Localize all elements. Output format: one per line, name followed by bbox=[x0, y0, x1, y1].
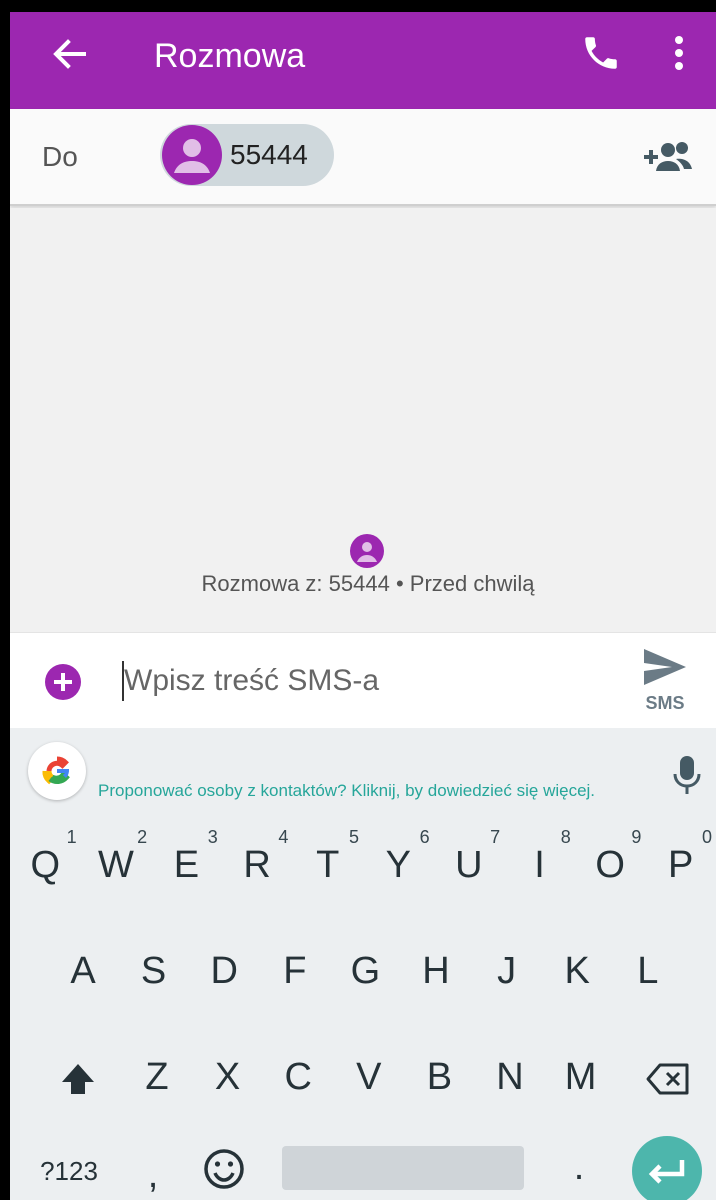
key-hint: 9 bbox=[631, 827, 642, 847]
key-hint: 5 bbox=[348, 827, 359, 847]
send-icon bbox=[642, 649, 688, 691]
toolbar: Rozmowa bbox=[10, 12, 716, 109]
more-vert-icon[interactable] bbox=[664, 32, 694, 74]
space-key[interactable] bbox=[282, 1146, 524, 1190]
emoji-key[interactable] bbox=[196, 1122, 252, 1200]
key-hint: 1 bbox=[66, 827, 77, 847]
key-b[interactable]: B bbox=[404, 1032, 474, 1122]
key-l[interactable]: L bbox=[613, 926, 683, 1016]
key-s[interactable]: S bbox=[119, 926, 189, 1016]
key-v[interactable]: V bbox=[334, 1032, 404, 1122]
key-w[interactable]: W2 bbox=[81, 820, 152, 910]
shift-icon bbox=[60, 1056, 96, 1098]
key-y[interactable]: Y6 bbox=[363, 820, 434, 910]
to-label: Do bbox=[42, 141, 78, 172]
compose-bar: SMS bbox=[10, 632, 716, 728]
key-f[interactable]: F bbox=[260, 926, 330, 1016]
avatar bbox=[350, 534, 384, 568]
enter-key[interactable] bbox=[632, 1136, 702, 1200]
symbols-key[interactable]: ?123 bbox=[26, 1126, 112, 1200]
page-title: Rozmowa bbox=[154, 37, 306, 75]
key-o[interactable]: O9 bbox=[575, 820, 646, 910]
key-hint: 8 bbox=[560, 827, 571, 847]
key-i[interactable]: I8 bbox=[504, 820, 575, 910]
key-g[interactable]: G bbox=[330, 926, 400, 1016]
add-person-icon[interactable] bbox=[642, 137, 698, 177]
key-hint: 0 bbox=[701, 827, 712, 847]
recipient-chip[interactable]: 55444 bbox=[160, 124, 334, 186]
arrow-left-icon[interactable] bbox=[50, 34, 90, 74]
app-frame: Rozmowa Do 55444 Rozmowa z: 55444 • Prze… bbox=[10, 12, 716, 1200]
key-r[interactable]: R4 bbox=[222, 820, 293, 910]
key-z[interactable]: Z bbox=[122, 1032, 192, 1122]
key-c[interactable]: C bbox=[263, 1032, 333, 1122]
key-m[interactable]: M bbox=[546, 1032, 616, 1122]
backspace-icon bbox=[646, 1056, 690, 1098]
key-n[interactable]: N bbox=[475, 1032, 545, 1122]
google-g-icon[interactable] bbox=[28, 742, 86, 800]
key-j[interactable]: J bbox=[472, 926, 542, 1016]
comma-key[interactable]: , bbox=[128, 1130, 178, 1200]
send-button[interactable]: SMS bbox=[640, 647, 690, 717]
key-x[interactable]: X bbox=[193, 1032, 263, 1122]
key-a[interactable]: A bbox=[48, 926, 118, 1016]
suggestion-text[interactable]: Proponować osoby z kontaktów? Kliknij, b… bbox=[98, 780, 595, 802]
key-u[interactable]: U7 bbox=[434, 820, 505, 910]
keyboard: Q1W2E3R4T5Y6U7I8O9P0 ASDFGHJKL ZXCVBNM ?… bbox=[10, 816, 716, 1200]
key-hint: 6 bbox=[419, 827, 430, 847]
key-hint: 4 bbox=[278, 827, 289, 847]
shift-key[interactable] bbox=[40, 1032, 116, 1122]
suggestion-bar: Proponować osoby z kontaktów? Kliknij, b… bbox=[10, 728, 716, 816]
key-d[interactable]: D bbox=[189, 926, 259, 1016]
message-input[interactable] bbox=[124, 657, 624, 705]
conversation-info: Rozmowa z: 55444 • Przed chwilą bbox=[201, 571, 535, 596]
key-h[interactable]: H bbox=[401, 926, 471, 1016]
conversation-area: Rozmowa z: 55444 • Przed chwilą bbox=[10, 208, 716, 632]
add-circle-icon[interactable] bbox=[44, 663, 82, 701]
recipient-number: 55444 bbox=[230, 139, 308, 170]
recipient-bar: Do 55444 bbox=[10, 109, 716, 206]
send-label: SMS bbox=[645, 693, 685, 713]
key-hint: 2 bbox=[137, 827, 148, 847]
key-t[interactable]: T5 bbox=[292, 820, 363, 910]
key-hint: 7 bbox=[490, 827, 501, 847]
enter-icon bbox=[632, 1160, 702, 1200]
phone-icon[interactable] bbox=[580, 32, 622, 74]
key-hint: 3 bbox=[207, 827, 218, 847]
key-e[interactable]: E3 bbox=[151, 820, 222, 910]
backspace-key[interactable] bbox=[628, 1032, 708, 1122]
key-q[interactable]: Q1 bbox=[10, 820, 81, 910]
mic-icon[interactable] bbox=[672, 754, 702, 798]
emoji-icon bbox=[203, 1146, 245, 1189]
period-key[interactable]: . bbox=[554, 1122, 604, 1200]
avatar bbox=[162, 125, 222, 185]
key-k[interactable]: K bbox=[542, 926, 612, 1016]
key-p[interactable]: P0 bbox=[645, 820, 716, 910]
